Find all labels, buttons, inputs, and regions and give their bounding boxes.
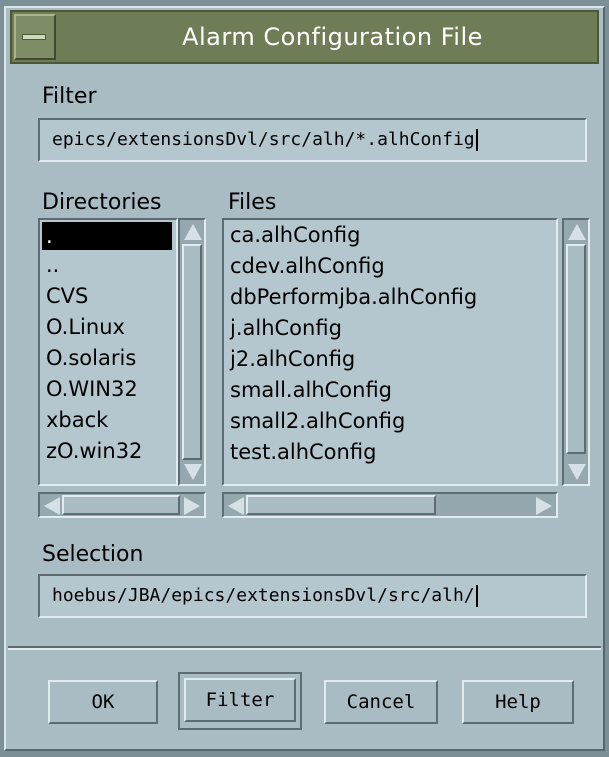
list-item[interactable]: CVS (40, 281, 176, 312)
files-horizontal-scrollbar[interactable] (222, 492, 558, 518)
directories-vertical-scrollbar[interactable] (178, 218, 206, 486)
list-item[interactable]: xback (40, 405, 176, 436)
scrollbar-thumb[interactable] (246, 495, 436, 515)
list-item[interactable]: O.WIN32 (40, 374, 176, 405)
directories-label: Directories (42, 190, 162, 215)
text-cursor (475, 129, 478, 151)
filter-label: Filter (42, 84, 97, 109)
directories-list[interactable]: . .. CVS O.Linux O.solaris O.WIN32 xback… (38, 218, 178, 486)
files-list[interactable]: ca.alhConfig cdev.alhConfig dbPerformjba… (222, 218, 558, 486)
list-item[interactable]: small.alhConfig (224, 375, 556, 406)
filter-input[interactable]: epics/extensionsDvl/src/alh/*.alhConfig (38, 118, 587, 162)
text-cursor (475, 585, 478, 607)
cancel-button[interactable]: Cancel (324, 680, 438, 724)
scrollbar-thumb[interactable] (182, 244, 202, 460)
list-item[interactable]: . (42, 222, 172, 250)
selection-input[interactable]: hoebus/JBA/epics/extensionsDvl/src/alh/ (38, 574, 587, 618)
button-separator (8, 646, 601, 650)
scrollbar-thumb[interactable] (62, 495, 180, 515)
list-item[interactable]: dbPerformjba.alhConfig (224, 282, 556, 313)
list-item[interactable]: small2.alhConfig (224, 406, 556, 437)
window-title: Alarm Configuration File (182, 23, 483, 51)
files-label: Files (228, 190, 277, 215)
scroll-down-arrow-icon[interactable] (568, 464, 586, 480)
scroll-right-arrow-icon[interactable] (536, 497, 552, 515)
window-menu-icon (22, 34, 46, 40)
scroll-up-arrow-icon[interactable] (184, 224, 202, 240)
list-item[interactable]: j2.alhConfig (224, 344, 556, 375)
ok-button[interactable]: OK (48, 680, 158, 724)
filter-value: epics/extensionsDvl/src/alh/*.alhConfig (52, 129, 475, 150)
scroll-right-arrow-icon[interactable] (184, 497, 200, 515)
scroll-left-arrow-icon[interactable] (44, 497, 60, 515)
list-item[interactable]: zO.win32 (40, 436, 176, 467)
list-item[interactable]: O.solaris (40, 343, 176, 374)
list-item[interactable]: j.alhConfig (224, 313, 556, 344)
list-item[interactable]: test.alhConfig (224, 437, 556, 468)
scroll-left-arrow-icon[interactable] (228, 497, 244, 515)
title-bar[interactable]: Alarm Configuration File (10, 10, 599, 64)
help-button[interactable]: Help (462, 680, 574, 724)
selection-value: hoebus/JBA/epics/extensionsDvl/src/alh/ (52, 585, 475, 606)
list-item[interactable]: cdev.alhConfig (224, 251, 556, 282)
directories-horizontal-scrollbar[interactable] (38, 492, 206, 518)
files-vertical-scrollbar[interactable] (562, 218, 590, 486)
selection-label: Selection (42, 542, 144, 567)
window-menu-button[interactable] (14, 14, 56, 60)
scrollbar-thumb[interactable] (566, 244, 586, 454)
list-item[interactable]: O.Linux (40, 312, 176, 343)
list-item[interactable]: ca.alhConfig (224, 220, 556, 251)
list-item[interactable]: .. (40, 250, 176, 281)
scroll-up-arrow-icon[interactable] (568, 224, 586, 240)
scroll-down-arrow-icon[interactable] (184, 464, 202, 480)
dialog-window: Alarm Configuration File Filter epics/ex… (4, 6, 605, 751)
filter-button[interactable]: Filter (184, 678, 296, 722)
